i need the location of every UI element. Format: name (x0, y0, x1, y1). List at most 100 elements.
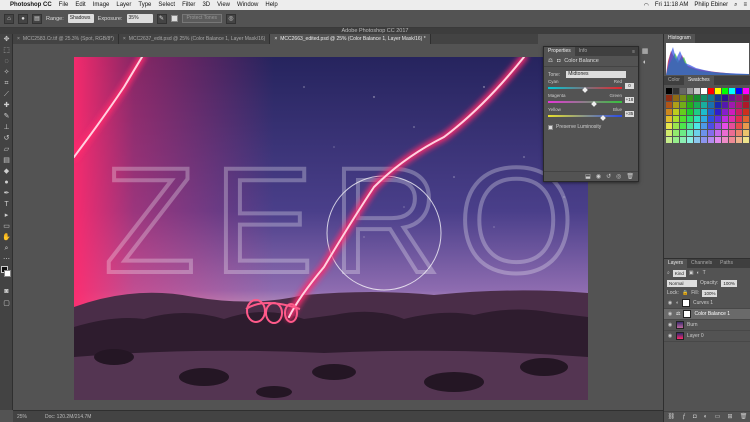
filter-type-icon[interactable]: T (703, 270, 706, 276)
menu-edit[interactable]: Edit (75, 2, 85, 8)
layer-row-curves-1[interactable]: ◉ ◐ Curves 1 (664, 298, 750, 309)
swatch[interactable] (743, 88, 749, 94)
swatch[interactable] (673, 130, 679, 136)
tab-layers[interactable]: Layers (664, 259, 688, 268)
home-icon[interactable]: ⌂ (4, 13, 14, 24)
filter-adjustment-icon[interactable]: ◐ (697, 270, 700, 276)
panel-menu-icon[interactable]: ≡ (632, 49, 638, 55)
swatch[interactable] (736, 95, 742, 101)
screen-mode-icon[interactable]: ▢ (0, 298, 13, 309)
eye-icon[interactable]: ◉ (667, 311, 673, 317)
layer-mask-thumbnail[interactable] (682, 299, 691, 307)
tab-channels[interactable]: Channels (687, 259, 716, 268)
swatch[interactable] (701, 102, 707, 108)
menu-type[interactable]: Type (138, 2, 151, 8)
swatch[interactable] (736, 130, 742, 136)
swatch[interactable] (743, 95, 749, 101)
new-adjustment-icon[interactable]: ◐ (704, 414, 708, 420)
swatch[interactable] (715, 88, 721, 94)
swatch[interactable] (687, 123, 693, 129)
tab-close-icon[interactable]: × (274, 34, 277, 44)
new-group-icon[interactable]: ▭ (715, 413, 721, 420)
swatch[interactable] (666, 116, 672, 122)
doc-tab-2[interactable]: × MCC2637_edit.psd @ 25% (Color Balance 1… (119, 34, 271, 44)
menu-layer[interactable]: Layer (116, 2, 131, 8)
swatch[interactable] (666, 102, 672, 108)
layer-name[interactable]: Color Balance 1 (694, 311, 730, 317)
tab-close-icon[interactable]: × (17, 34, 20, 44)
tab-swatches[interactable]: Swatches (683, 76, 714, 85)
tab-paths[interactable]: Paths (716, 259, 737, 268)
layer-thumbnail[interactable] (676, 321, 684, 329)
swatch[interactable] (687, 88, 693, 94)
search-icon[interactable]: ⌕ (734, 2, 737, 9)
swatch[interactable] (736, 109, 742, 115)
brush-preset-icon[interactable]: ● (18, 13, 28, 24)
eye-icon[interactable]: ◉ (667, 300, 673, 306)
quick-mask-icon[interactable]: ◙ (0, 286, 13, 297)
fill-input[interactable]: 100% (701, 289, 718, 297)
swatch[interactable] (708, 130, 714, 136)
swatch[interactable] (666, 130, 672, 136)
swatch[interactable] (694, 102, 700, 108)
layer-row-layer-0[interactable]: ◉ Layer 0 (664, 331, 750, 342)
protect-tones-checkbox[interactable] (170, 15, 178, 22)
swatch[interactable] (666, 88, 672, 94)
mask-icon[interactable]: ◘ (557, 58, 560, 64)
menu-view[interactable]: View (217, 2, 230, 8)
swatch[interactable] (687, 130, 693, 136)
swatch[interactable] (715, 137, 721, 143)
swatch[interactable] (743, 116, 749, 122)
tab-info[interactable]: Info (575, 47, 591, 56)
tab-color[interactable]: Color (664, 76, 684, 85)
swatch[interactable] (722, 130, 728, 136)
crop-tool-icon[interactable]: ⌗ (0, 78, 13, 89)
swatch[interactable] (736, 123, 742, 129)
clone-stamp-tool-icon[interactable]: ⊥ (0, 122, 13, 133)
slider-track[interactable] (548, 115, 622, 117)
swatch[interactable] (729, 88, 735, 94)
swatch[interactable] (694, 123, 700, 129)
clock[interactable]: Fri 11:18 AM (655, 2, 689, 8)
swatch[interactable] (680, 130, 686, 136)
swatch[interactable] (715, 102, 721, 108)
preserve-luminosity-checkbox[interactable] (548, 124, 553, 130)
swatch[interactable] (680, 102, 686, 108)
swatch[interactable] (736, 116, 742, 122)
slider-value-input[interactable]: 0 (625, 83, 634, 89)
blend-mode-select[interactable]: Normal (667, 279, 697, 287)
layer-row-burn[interactable]: ◉ Burn (664, 320, 750, 331)
zoom-tool-icon[interactable]: ⌕ (0, 243, 13, 254)
swatch[interactable] (722, 109, 728, 115)
swatch[interactable] (680, 116, 686, 122)
healing-brush-tool-icon[interactable]: ✚ (0, 100, 13, 111)
swatch[interactable] (680, 137, 686, 143)
swatch[interactable] (673, 137, 679, 143)
doc-size[interactable]: Doc: 120.2M/214.7M (45, 414, 91, 420)
swatch[interactable] (694, 130, 700, 136)
swatch[interactable] (722, 123, 728, 129)
swatch[interactable] (694, 88, 700, 94)
swatch[interactable] (708, 102, 714, 108)
filter-pixel-icon[interactable]: ▣ (689, 270, 694, 276)
swatch[interactable] (701, 116, 707, 122)
swatch[interactable] (729, 116, 735, 122)
history-brush-tool-icon[interactable]: ↺ (0, 133, 13, 144)
swatch[interactable] (701, 123, 707, 129)
opacity-input[interactable]: 100% (721, 279, 737, 287)
more-tools-icon[interactable]: ⋯ (0, 254, 13, 265)
swatch[interactable] (722, 116, 728, 122)
swatch[interactable] (722, 137, 728, 143)
menu-list-icon[interactable]: ≡ (743, 2, 747, 8)
layer-name[interactable]: Layer 0 (687, 333, 704, 339)
background-color-swatch[interactable] (4, 270, 11, 277)
swatch[interactable] (701, 130, 707, 136)
protect-tones-label[interactable]: Protect Tones (181, 14, 222, 23)
doc-tab-1[interactable]: × MCC2583.Cr.tif @ 25.3% (Spot, RGB/8*) (13, 34, 119, 44)
swatch[interactable] (729, 102, 735, 108)
exposure-input[interactable]: 35% (126, 14, 153, 23)
menu-select[interactable]: Select (158, 2, 175, 8)
swatch[interactable] (708, 95, 714, 101)
delete-icon[interactable]: 🗑 (626, 173, 634, 180)
swatch[interactable] (743, 123, 749, 129)
